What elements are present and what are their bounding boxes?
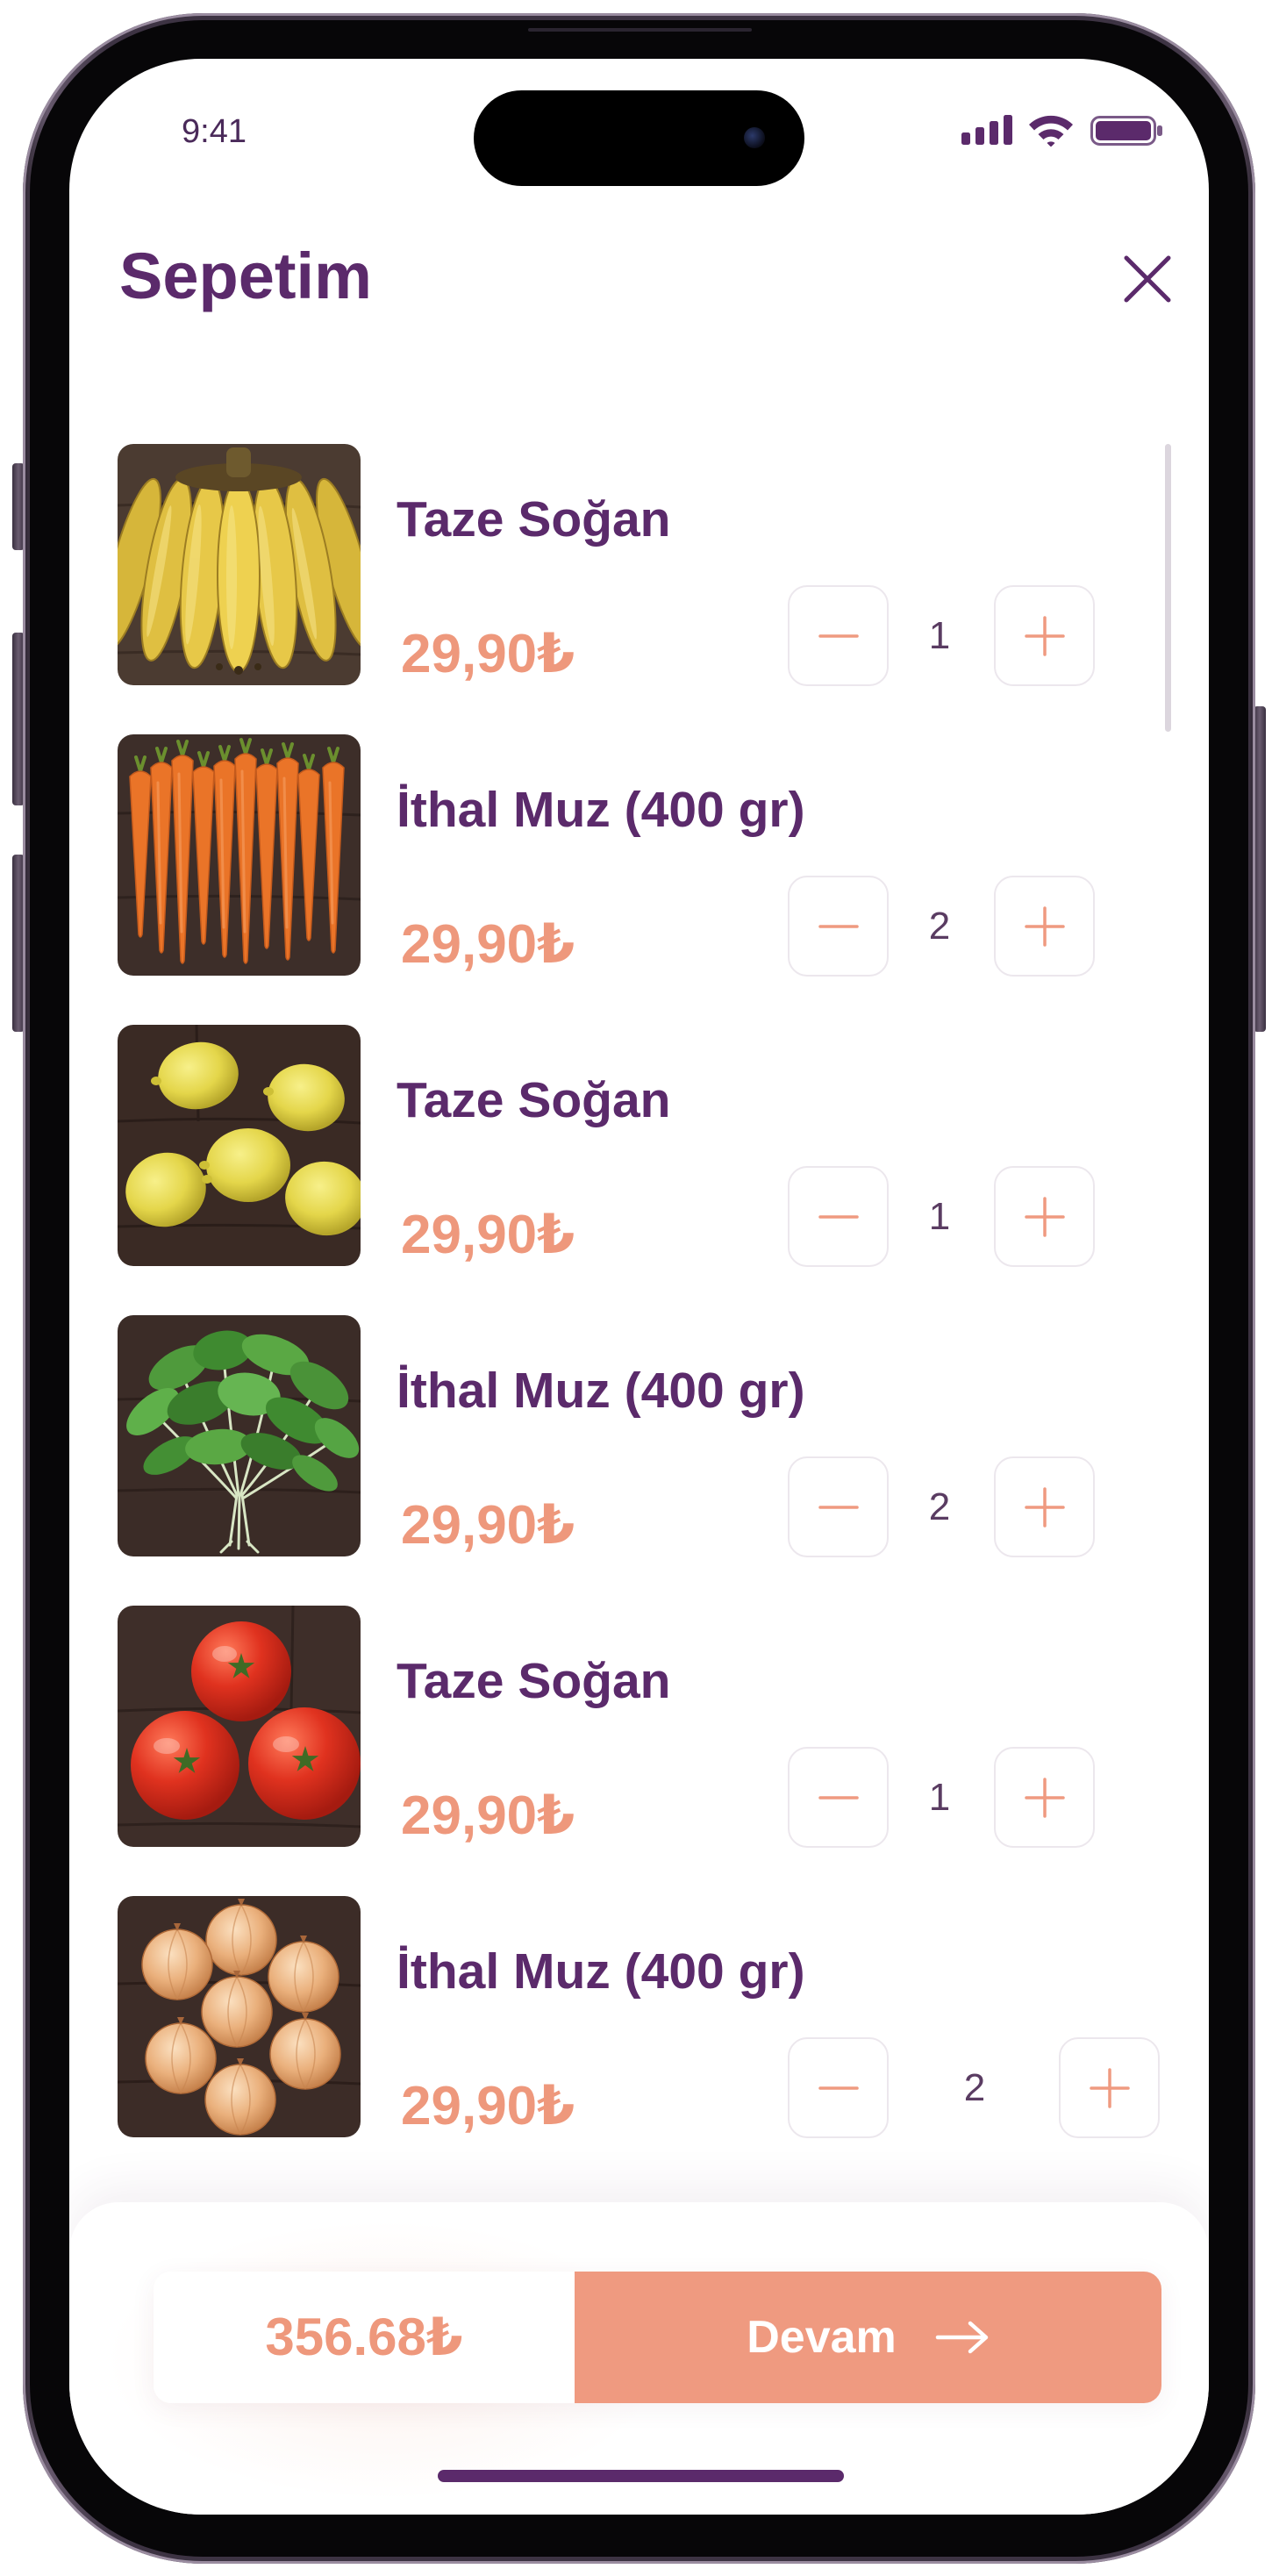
cellular-signal-icon: [961, 115, 1012, 145]
product-name: Taze Soğan: [397, 1072, 671, 1128]
product-name: Taze Soğan: [397, 491, 671, 547]
increase-quantity-button[interactable]: [994, 1456, 1095, 1557]
decrease-quantity-button[interactable]: [788, 1456, 889, 1557]
home-indicator[interactable]: [438, 2470, 844, 2482]
list-fade-overlay: [69, 2140, 1209, 2203]
product-name: İthal Muz (400 gr): [397, 1943, 805, 2000]
plus-icon: [1024, 1486, 1065, 1528]
product-image: [118, 1606, 361, 1847]
product-name: İthal Muz (400 gr): [397, 1363, 805, 1419]
status-time: 9:41: [182, 113, 247, 150]
product-price: 29,90₺: [401, 624, 575, 684]
quantity-value: 1: [928, 1776, 951, 1819]
minus-icon: [818, 1505, 859, 1509]
minus-icon: [818, 924, 859, 928]
decrease-quantity-button[interactable]: [788, 585, 889, 686]
banana-bunch: [118, 477, 361, 673]
product-image: [118, 1025, 361, 1266]
increase-quantity-button[interactable]: [994, 1747, 1095, 1848]
cart-item: İthal Muz (400 gr) 29,90₺ 2: [69, 734, 1209, 977]
lemons-photo: [118, 1025, 361, 1266]
page-title: Sepetim: [119, 240, 372, 312]
close-icon: [1124, 255, 1171, 303]
quantity-value: 2: [928, 905, 951, 948]
close-button[interactable]: [1123, 254, 1172, 304]
decrease-quantity-button[interactable]: [788, 2037, 889, 2138]
continue-label: Devam: [747, 2312, 897, 2363]
increase-quantity-button[interactable]: [994, 1166, 1095, 1267]
decrease-quantity-button[interactable]: [788, 1166, 889, 1267]
increase-quantity-button[interactable]: [994, 585, 1095, 686]
cart-item: Taze Soğan 29,90₺ 1: [69, 444, 1209, 686]
plus-icon: [1024, 1196, 1065, 1237]
wifi-icon: [1029, 115, 1073, 147]
quantity-value: 1: [928, 1195, 951, 1238]
product-image: [118, 1896, 361, 2137]
tomatoes-photo: [118, 1606, 361, 1847]
minus-icon: [818, 633, 859, 638]
cart-total: 356.68₺: [154, 2272, 575, 2403]
bananas-photo: [118, 444, 361, 685]
quantity-value: 2: [928, 1485, 951, 1528]
front-camera: [744, 127, 765, 148]
continue-button[interactable]: Devam: [575, 2272, 1161, 2403]
greens-photo: [118, 1315, 361, 1556]
increase-quantity-button[interactable]: [994, 876, 1095, 977]
minus-icon: [818, 2086, 859, 2090]
plus-icon: [1024, 905, 1065, 947]
onions-photo: [118, 1896, 361, 2137]
power-button: [1254, 706, 1266, 1032]
quantity-value: 1: [928, 614, 951, 657]
carrots-photo: [118, 734, 361, 976]
decrease-quantity-button[interactable]: [788, 876, 889, 977]
cart-item: Taze Soğan 29,90₺ 1: [69, 1606, 1209, 1848]
minus-icon: [818, 1214, 859, 1219]
dynamic-island: [474, 90, 804, 186]
cart-item: İthal Muz (400 gr) 29,90₺ 2: [69, 1315, 1209, 1557]
product-price: 29,90₺: [401, 1205, 575, 1265]
checkout-bar: 356.68₺ Devam: [154, 2272, 1161, 2403]
plus-icon: [1089, 2067, 1130, 2108]
product-image: [118, 734, 361, 976]
product-image: [118, 1315, 361, 1556]
phone-frame: 9:41 Sepetim Taze Soğan 29,90₺ 1 İthal M…: [23, 13, 1255, 2564]
plus-icon: [1024, 615, 1065, 656]
quantity-value: 2: [963, 2066, 986, 2109]
product-price: 29,90₺: [401, 914, 575, 975]
decrease-quantity-button[interactable]: [788, 1747, 889, 1848]
plus-icon: [1024, 1777, 1065, 1818]
battery-icon: [1090, 116, 1162, 146]
product-price: 29,90₺: [401, 1495, 575, 1556]
minus-icon: [818, 1795, 859, 1800]
arrow-right-icon: [935, 2321, 989, 2354]
product-price: 29,90₺: [401, 2076, 575, 2136]
cart-item: İthal Muz (400 gr) 29,90₺ 2: [69, 1896, 1209, 2138]
cart-item: Taze Soğan 29,90₺ 1: [69, 1025, 1209, 1267]
product-name: İthal Muz (400 gr): [397, 782, 805, 838]
checkout-panel: 356.68₺ Devam: [69, 2202, 1209, 2515]
product-price: 29,90₺: [401, 1785, 575, 1846]
product-image: [118, 444, 361, 685]
product-name: Taze Soğan: [397, 1653, 671, 1709]
screen: 9:41 Sepetim Taze Soğan 29,90₺ 1 İthal M…: [69, 59, 1209, 2515]
earpiece-speaker: [528, 28, 752, 32]
increase-quantity-button[interactable]: [1059, 2037, 1160, 2138]
